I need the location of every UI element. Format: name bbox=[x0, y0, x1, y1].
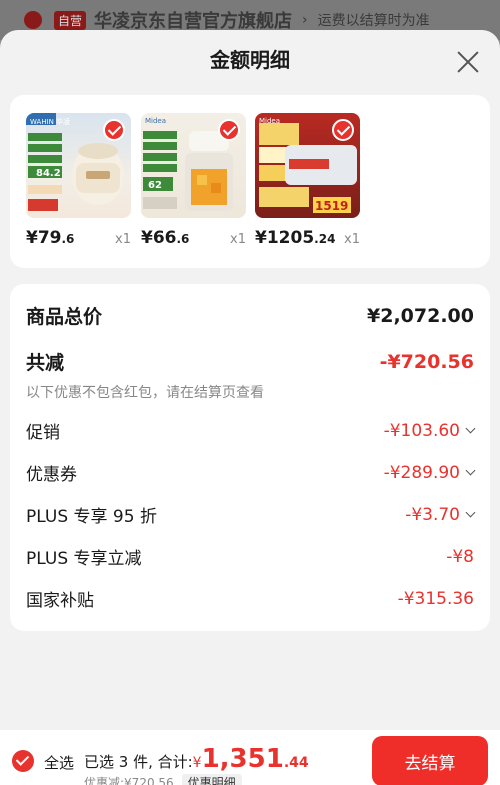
promo-row[interactable]: 促销 -¥103.60 bbox=[26, 418, 476, 443]
product-image[interactable]: 62 Midea bbox=[141, 113, 246, 218]
selected-check-icon[interactable] bbox=[332, 119, 354, 141]
brand-label: Midea bbox=[259, 117, 281, 125]
national-subsidy-label: 国家补贴 bbox=[26, 591, 94, 611]
product-qty: x1 bbox=[230, 232, 246, 247]
svg-text:1519: 1519 bbox=[315, 199, 348, 213]
brand-label: WAHIN 华凌 bbox=[30, 118, 71, 126]
select-all-check-icon[interactable] bbox=[12, 750, 34, 772]
promo-value: -¥103.60 bbox=[383, 420, 460, 441]
total-row: 商品总价 ¥2,072.00 bbox=[26, 302, 474, 329]
discount-value: -¥720.56 bbox=[379, 350, 474, 373]
plus-cut-row: PLUS 专享立减 -¥8 bbox=[26, 544, 474, 570]
product-item[interactable]: 1519 Midea ¥1205.24 x1 bbox=[255, 113, 360, 248]
coupon-label: 优惠券 bbox=[26, 465, 77, 485]
product-qty: x1 bbox=[115, 232, 131, 247]
self-operated-badge: 自营 bbox=[54, 10, 87, 30]
product-item[interactable]: 62 Midea ¥66.6 x1 bbox=[141, 113, 246, 248]
coupon-value: -¥289.90 bbox=[383, 462, 460, 483]
products-card: 84.2 WAHIN 华凌 ¥79.6 x1 62 Midea ¥66.6 x1… bbox=[10, 95, 490, 268]
close-icon[interactable] bbox=[456, 50, 480, 74]
chevron-down-icon[interactable] bbox=[465, 423, 476, 434]
selected-check-icon[interactable] bbox=[103, 119, 125, 141]
store-check-icon bbox=[24, 11, 42, 29]
product-price: ¥1205.24 bbox=[255, 228, 336, 248]
product-price: ¥79.6 bbox=[26, 228, 75, 248]
brand-label: Midea bbox=[145, 117, 167, 125]
plus-discount-value: -¥3.70 bbox=[405, 504, 460, 525]
selected-check-icon[interactable] bbox=[218, 119, 240, 141]
sheet-title: 金额明细 bbox=[210, 48, 290, 72]
plus-discount-label: PLUS 专享 95 折 bbox=[26, 507, 157, 527]
product-item[interactable]: 84.2 WAHIN 华凌 ¥79.6 x1 bbox=[26, 113, 131, 248]
saved-text: 优惠减:¥720.56 bbox=[84, 776, 174, 785]
chevron-down-icon[interactable] bbox=[465, 507, 476, 518]
checkout-bar: 全选 已选 3 件, 合计: ¥ 1,351 .44 优惠减:¥720.56 优… bbox=[0, 730, 500, 785]
plus-cut-value: -¥8 bbox=[446, 546, 474, 567]
svg-text:62: 62 bbox=[148, 180, 162, 191]
total-label: 商品总价 bbox=[26, 306, 103, 328]
cart-total: 已选 3 件, 合计: ¥ 1,351 .44 bbox=[84, 744, 309, 774]
discount-row: 共减 -¥720.56 bbox=[26, 348, 474, 375]
national-subsidy-row: 国家补贴 -¥315.36 bbox=[26, 586, 474, 612]
saved-line: 优惠减:¥720.56 优惠明细 bbox=[84, 774, 242, 785]
select-all-label[interactable]: 全选 bbox=[44, 752, 74, 773]
chevron-down-icon[interactable] bbox=[465, 465, 476, 476]
product-price: ¥66.6 bbox=[141, 228, 190, 248]
product-qty: x1 bbox=[344, 232, 360, 247]
amount-detail-sheet: 金额明细 84.2 WAHIN 华凌 ¥79.6 x1 62 Midea ¥66… bbox=[0, 30, 500, 785]
freight-note: 运费以结算时为准 bbox=[317, 13, 430, 29]
coupon-row[interactable]: 优惠券 -¥289.90 bbox=[26, 460, 476, 485]
discount-detail-button[interactable]: 优惠明细 bbox=[181, 774, 242, 785]
checkout-button[interactable]: 去结算 bbox=[372, 736, 488, 785]
price-summary-card: 商品总价 ¥2,072.00 共减 -¥720.56 以下优惠不包含红包，请在结… bbox=[10, 284, 490, 631]
discount-note: 以下优惠不包含红包，请在结算页查看 bbox=[26, 385, 264, 401]
total-decimal: .44 bbox=[283, 755, 309, 771]
selected-count-text: 已选 3 件, 合计: bbox=[84, 753, 193, 771]
plus-discount-row[interactable]: PLUS 专享 95 折 -¥3.70 bbox=[26, 502, 476, 527]
chevron-right-icon: › bbox=[302, 12, 308, 28]
svg-text:84.2: 84.2 bbox=[36, 168, 61, 179]
promo-label: 促销 bbox=[26, 423, 60, 443]
total-integer: 1,351 bbox=[201, 744, 284, 774]
product-image[interactable]: 84.2 WAHIN 华凌 bbox=[26, 113, 131, 218]
currency-symbol: ¥ bbox=[192, 755, 202, 771]
total-value: ¥2,072.00 bbox=[367, 304, 474, 327]
discount-label: 共减 bbox=[26, 352, 65, 374]
national-subsidy-value: -¥315.36 bbox=[397, 588, 474, 609]
product-image[interactable]: 1519 Midea bbox=[255, 113, 360, 218]
plus-cut-label: PLUS 专享立减 bbox=[26, 549, 142, 569]
